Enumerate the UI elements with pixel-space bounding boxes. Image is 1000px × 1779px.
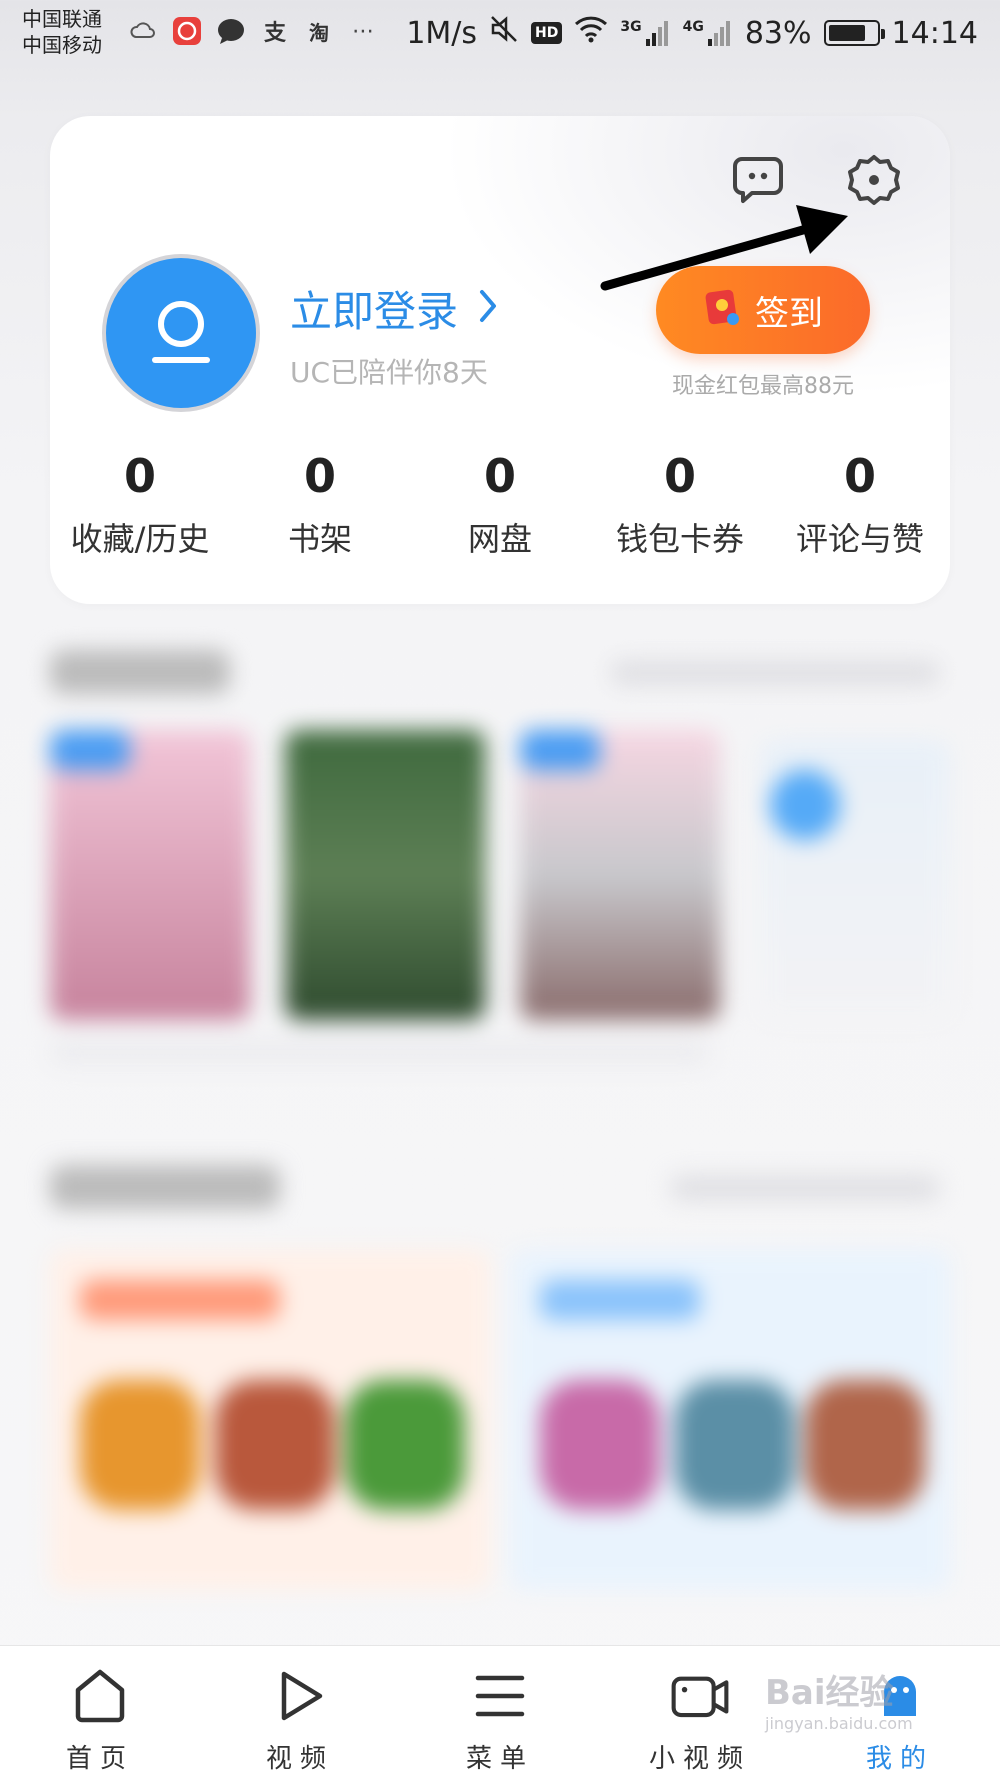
more-dots-icon: ⋯: [352, 18, 374, 44]
nav-label: 视频: [265, 1744, 334, 1774]
settings-gear-icon[interactable]: [844, 150, 904, 210]
stats-row: 0 收藏/历史 0 书架 0 网盘 0 钱包卡券 0 评论与赞: [50, 446, 950, 560]
blur-badge-1: [50, 730, 130, 770]
music-app-icon: [172, 16, 202, 46]
stat-label: 评论与赞: [795, 520, 924, 558]
carrier-2: 中国移动: [22, 33, 102, 57]
stat-value: 0: [483, 449, 516, 503]
mute-icon: [489, 14, 519, 52]
status-right: 1M/s HD 3G 4G 83% 14:14: [406, 14, 978, 52]
stat-favorites-history[interactable]: 0 收藏/历史: [50, 446, 230, 560]
blur-section-link-2: [670, 1175, 940, 1201]
blur-dot: [770, 770, 840, 840]
carrier-info: 中国联通 中国移动: [22, 6, 102, 58]
companion-days: UC已陪伴你8天: [290, 356, 488, 389]
blur-card-1: [50, 730, 250, 1020]
blur-thumb-5: [675, 1380, 795, 1510]
stat-label: 书架: [287, 520, 352, 558]
blur-thumb-3: [345, 1380, 465, 1510]
hd-icon: HD: [531, 22, 563, 44]
login-link[interactable]: 立即登录: [290, 278, 498, 339]
blur-thumb-4: [540, 1380, 660, 1510]
nav-menu[interactable]: 菜单: [400, 1646, 600, 1779]
alipay-icon: 支: [263, 21, 286, 46]
blur-section-title-2: [50, 1165, 280, 1209]
blur-caption-row: [50, 1040, 710, 1064]
checkin-subtitle: 现金红包最高88元: [672, 374, 854, 399]
wifi-icon: [574, 15, 608, 51]
nav-home[interactable]: 首页: [0, 1646, 200, 1779]
net-speed: 1M/s: [406, 15, 478, 51]
carrier-1: 中国联通: [22, 7, 102, 31]
blur-thumb-1: [80, 1380, 200, 1510]
stat-value: 0: [663, 449, 696, 503]
blur-card-2: [285, 730, 485, 1020]
chat-icon: [216, 16, 246, 46]
home-icon: [70, 1666, 130, 1726]
blurred-content: [0, 620, 1000, 1640]
blur-thumb-2: [215, 1380, 335, 1510]
stat-cloud-drive[interactable]: 0 网盘: [410, 446, 590, 560]
blur-section-link: [610, 660, 940, 686]
stat-wallet-coupons[interactable]: 0 钱包卡券: [590, 446, 770, 560]
nav-label: 首页: [65, 1744, 134, 1774]
nav-label: 我的: [865, 1744, 934, 1774]
watermark-brand: Bai经验: [765, 1673, 894, 1713]
avatar[interactable]: [102, 254, 260, 412]
nav-video[interactable]: 视频: [200, 1646, 400, 1779]
stat-comments-likes[interactable]: 0 评论与赞: [770, 446, 950, 560]
menu-icon: [470, 1666, 530, 1726]
weather-icon: [128, 16, 158, 46]
watermark-url: jingyan.baidu.com: [765, 1714, 913, 1733]
stat-value: 0: [843, 449, 876, 503]
blur-promo-tag-2: [540, 1280, 700, 1320]
battery-icon: [823, 20, 885, 46]
blur-section-title: [50, 650, 230, 694]
status-bar: 中国联通 中国移动 支 淘 ⋯ 1M/s HD 3G 4G 83% 14:14: [0, 0, 1000, 70]
signal-icon-2: 4G: [683, 19, 733, 47]
blur-badge-2: [520, 730, 600, 770]
stat-value: 0: [303, 449, 336, 503]
stat-bookshelf[interactable]: 0 书架: [230, 446, 410, 560]
stat-label: 钱包卡券: [615, 520, 744, 558]
play-icon: [270, 1666, 330, 1726]
nav-label: 小视频: [648, 1744, 751, 1774]
checkin-label: 签到: [755, 293, 823, 334]
clock: 14:14: [891, 15, 978, 51]
battery-percent: 83%: [744, 15, 812, 51]
signal-icon: 3G: [620, 19, 670, 47]
taobao-icon: 淘: [309, 20, 329, 45]
checkin-button[interactable]: 签到: [656, 266, 870, 354]
blur-promo-tag-1: [80, 1280, 280, 1320]
watermark-logo: Bai经验 jingyan.baidu.com: [765, 1665, 913, 1733]
stat-label: 收藏/历史: [70, 520, 210, 558]
short-video-icon: [670, 1666, 730, 1726]
red-envelope-icon: [703, 285, 741, 336]
blur-card-3: [520, 730, 720, 1020]
stat-value: 0: [123, 449, 156, 503]
battery-fill: [828, 25, 866, 41]
chevron-right-icon: [478, 284, 498, 333]
profile-card: 立即登录 UC已陪伴你8天 签到 现金红包最高88元 0 收藏/历史 0 书架 …: [50, 116, 950, 604]
login-label: 立即登录: [290, 287, 459, 336]
notification-icons: 支 淘 ⋯: [128, 16, 378, 46]
stat-label: 网盘: [467, 520, 532, 558]
blur-thumb-6: [805, 1380, 925, 1510]
nav-label: 菜单: [465, 1744, 534, 1774]
message-icon[interactable]: [728, 150, 788, 210]
